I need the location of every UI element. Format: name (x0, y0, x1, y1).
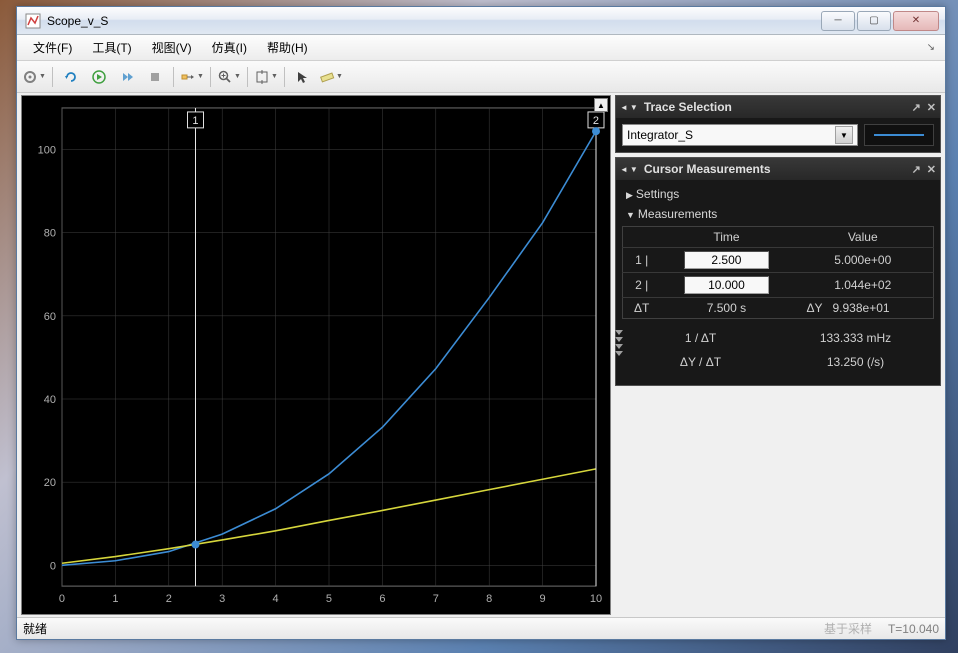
restart-button[interactable] (58, 65, 84, 89)
expand-icon: ▼ (630, 165, 638, 174)
content-area: ▲ 01234567891002040608010012 ◄ ▼ Trace S… (21, 95, 941, 615)
svg-text:2: 2 (166, 593, 172, 605)
settings-section[interactable]: ▶Settings (616, 184, 940, 204)
chevron-down-icon: ▼ (835, 126, 853, 144)
svg-text:40: 40 (44, 394, 56, 406)
status-time: T=10.040 (888, 622, 939, 636)
svg-text:1: 1 (192, 115, 198, 127)
stop-button[interactable] (142, 65, 168, 89)
panel-close-icon[interactable]: ✕ (927, 101, 936, 114)
trace-selection-header[interactable]: ◄ ▼ Trace Selection ↗ ✕ (616, 96, 940, 118)
svg-text:6: 6 (379, 593, 385, 605)
plot-panel[interactable]: ▲ 01234567891002040608010012 (21, 95, 611, 615)
measurements-footer: 1 / ΔT133.333 mHz ΔY / ΔT13.250 (/s) (622, 325, 934, 375)
collapse-icon: ◄ (620, 103, 628, 112)
expand-icon: ▼ (630, 103, 638, 112)
svg-text:9: 9 (540, 593, 546, 605)
plot-expand-icon[interactable]: ▲ (594, 98, 608, 112)
step-button[interactable] (114, 65, 140, 89)
trace-dropdown[interactable]: Integrator_S ▼ (622, 124, 858, 146)
trace-color-swatch (864, 124, 934, 146)
delta-t-value: 7.500 s (660, 298, 792, 319)
svg-text:0: 0 (59, 593, 65, 605)
cursor1-time-input[interactable]: 2.500 (684, 251, 769, 269)
titlebar[interactable]: Scope_v_S ─ ▢ ✕ (17, 7, 945, 35)
svg-text:5: 5 (326, 593, 332, 605)
svg-text:20: 20 (44, 477, 56, 489)
trace-selection-panel: ◄ ▼ Trace Selection ↗ ✕ Integrator_S ▼ (615, 95, 941, 153)
measure-button[interactable]: ▼ (318, 65, 344, 89)
svg-text:80: 80 (44, 228, 56, 240)
panel-close-icon[interactable]: ✕ (927, 163, 936, 176)
window-title: Scope_v_S (47, 14, 821, 28)
table-row: 1 | 2.500 5.000e+00 (623, 248, 934, 273)
menu-simulation[interactable]: 仿真(I) (202, 36, 257, 59)
trace-selection-title: Trace Selection (644, 100, 732, 114)
svg-text:3: 3 (219, 593, 225, 605)
svg-text:4: 4 (273, 593, 279, 605)
undock-icon[interactable]: ↗ (912, 101, 921, 114)
cursor-button[interactable] (290, 65, 316, 89)
svg-text:0: 0 (50, 560, 56, 572)
measurements-section[interactable]: ▼Measurements (616, 204, 940, 224)
cursor2-time-input[interactable]: 10.000 (684, 276, 769, 294)
menu-tools[interactable]: 工具(T) (82, 36, 141, 59)
minimize-button[interactable]: ─ (821, 11, 855, 31)
close-button[interactable]: ✕ (893, 11, 939, 31)
status-sample: 基于采样 (824, 620, 872, 637)
app-window: Scope_v_S ─ ▢ ✕ 文件(F) 工具(T) 视图(V) 仿真(I) … (16, 6, 946, 640)
cursor2-value: 1.044e+02 (792, 273, 933, 298)
status-text: 就绪 (23, 620, 47, 637)
maximize-button[interactable]: ▢ (857, 11, 891, 31)
undock-icon[interactable]: ↗ (912, 163, 921, 176)
signal-button[interactable]: ▼ (179, 65, 205, 89)
cursor-measurements-title: Cursor Measurements (644, 162, 771, 176)
run-button[interactable] (86, 65, 112, 89)
cursor1-value: 5.000e+00 (792, 248, 933, 273)
svg-text:8: 8 (486, 593, 492, 605)
cursor-measurements-header[interactable]: ◄ ▼ Cursor Measurements ↗ ✕ (616, 158, 940, 180)
menubar: 文件(F) 工具(T) 视图(V) 仿真(I) 帮助(H) ↘ (17, 35, 945, 61)
table-row: ΔT 7.500 s ΔY 9.938e+01 (623, 298, 934, 319)
trace-dropdown-value: Integrator_S (627, 128, 693, 142)
inv-dt-value: 133.333 mHz (779, 327, 932, 349)
delta-y-value: 9.938e+01 (833, 301, 890, 315)
menu-help[interactable]: 帮助(H) (257, 36, 318, 59)
zoom-button[interactable]: ▼ (216, 65, 242, 89)
svg-text:2: 2 (593, 115, 599, 127)
svg-text:100: 100 (38, 145, 56, 157)
collapse-icon: ◄ (620, 165, 628, 174)
settings-button[interactable]: ▼ (21, 65, 47, 89)
menu-file[interactable]: 文件(F) (23, 36, 82, 59)
menu-overflow-icon[interactable]: ↘ (927, 42, 935, 53)
menu-view[interactable]: 视图(V) (142, 36, 202, 59)
svg-text:7: 7 (433, 593, 439, 605)
scope-chart[interactable]: 01234567891002040608010012 (22, 96, 610, 614)
value-header: Value (792, 227, 933, 248)
table-row: 2 | 10.000 1.044e+02 (623, 273, 934, 298)
time-header: Time (660, 227, 792, 248)
svg-text:10: 10 (590, 593, 602, 605)
svg-text:60: 60 (44, 311, 56, 323)
cursor-measurements-panel: ◄ ▼ Cursor Measurements ↗ ✕ ▶Settings ▼M… (615, 157, 941, 386)
toolbar: ▼ ▼ ▼ ▼ ▼ (17, 61, 945, 93)
svg-text:1: 1 (112, 593, 118, 605)
app-icon (25, 13, 41, 29)
autoscale-button[interactable]: ▼ (253, 65, 279, 89)
splitter-handle[interactable] (615, 330, 623, 356)
slope-value: 13.250 (/s) (779, 351, 932, 373)
statusbar: 就绪 基于采样 T=10.040 (17, 617, 945, 639)
measurements-table: TimeValue 1 | 2.500 5.000e+00 2 | 10.000… (622, 226, 934, 319)
